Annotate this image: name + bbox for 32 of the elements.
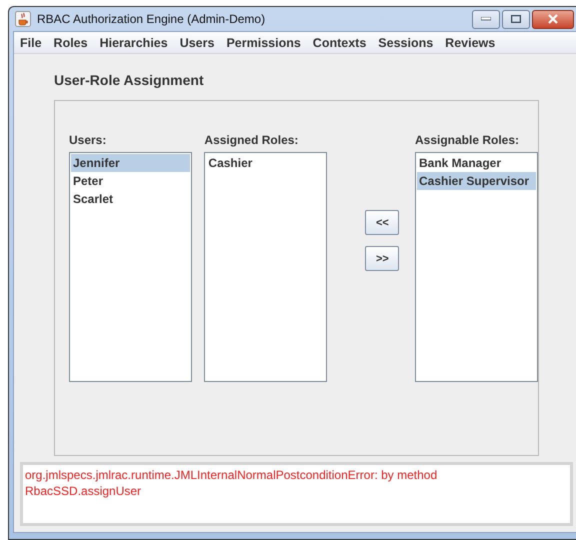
menu-item[interactable]: Roles	[48, 36, 94, 50]
list-label: Assignable Roles:	[415, 133, 520, 146]
menu-item[interactable]: File	[14, 36, 48, 50]
menu-item[interactable]: Sessions	[372, 36, 440, 50]
minimize-icon	[481, 17, 491, 21]
list-label: Users:	[69, 133, 108, 146]
close-button[interactable]	[532, 10, 574, 28]
menu-item[interactable]: Users	[174, 36, 220, 50]
list-item[interactable]: Jennifer	[71, 154, 190, 172]
list-box[interactable]: Cashier	[204, 152, 328, 382]
close-icon	[547, 14, 559, 24]
list-item[interactable]: Scarlet	[71, 190, 190, 208]
list-box[interactable]: Jennifer Peter Scarlet	[69, 152, 192, 382]
section-heading: User-Role Assignment	[54, 72, 205, 88]
window-title: RBAC Authorization Engine (Admin-Demo)	[37, 12, 266, 26]
list-label: Assigned Roles:	[204, 133, 300, 146]
list-item[interactable]: Cashier Supervisor	[417, 172, 536, 190]
menu-item[interactable]: Contexts	[306, 36, 372, 50]
error-message: org.jmlspecs.jmlrac.runtime.JMLInternalNormalPostconditionError: by method RbacSSD.assignUser	[25, 467, 438, 499]
maximize-icon	[511, 15, 521, 23]
list-box[interactable]: Bank Manager Cashier Supervisor	[415, 152, 538, 382]
list-item[interactable]: Cashier	[206, 154, 326, 172]
menu-item[interactable]: Permissions	[220, 36, 307, 50]
move-button[interactable]: >>	[365, 246, 400, 271]
list-item[interactable]: Peter	[71, 172, 190, 190]
coffee-cup-icon	[15, 11, 31, 27]
move-button[interactable]: <<	[365, 210, 400, 235]
maximize-button[interactable]	[502, 10, 530, 28]
menu-item[interactable]: Hierarchies	[94, 36, 174, 50]
list-item[interactable]: Bank Manager	[417, 154, 536, 172]
minimize-button[interactable]	[472, 10, 500, 28]
menu-item[interactable]: Reviews	[439, 36, 502, 50]
